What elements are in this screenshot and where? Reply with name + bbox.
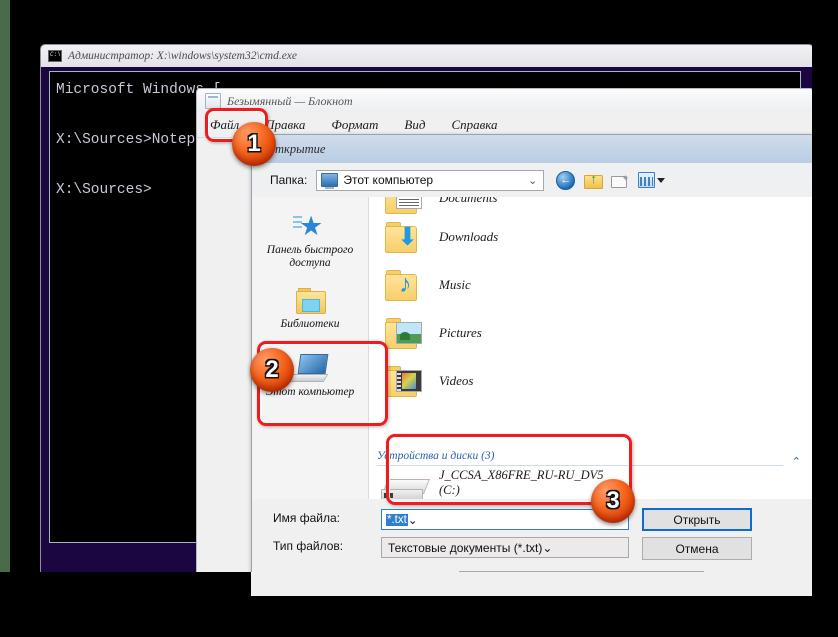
- step-badge-3: 3: [591, 479, 635, 523]
- up-folder-icon[interactable]: ↑: [584, 173, 602, 188]
- group-header-divider: [377, 465, 783, 466]
- folder-videos-icon: [385, 364, 429, 398]
- open-button-label: Открыть: [673, 513, 720, 527]
- hard-drive-icon: [381, 475, 433, 499]
- filetype-select[interactable]: Текстовые документы (*.txt) ⌄: [381, 537, 629, 558]
- desktop-left-edge: [0, 0, 10, 637]
- folder-combobox[interactable]: Этот компьютер ⌄: [316, 170, 544, 191]
- drive-letter: (C:): [439, 483, 615, 497]
- list-item[interactable]: Videos: [369, 357, 813, 405]
- chevron-down-icon[interactable]: ⌄: [408, 513, 418, 527]
- notepad-icon: [205, 93, 221, 109]
- step-badge-2: 2: [250, 348, 294, 392]
- new-folder-icon[interactable]: ✦: [611, 173, 629, 188]
- quick-access-star-icon: ★: [293, 211, 327, 241]
- right-crop-mask: [812, 0, 838, 637]
- open-button[interactable]: Открыть: [642, 508, 752, 531]
- cmd-icon: C:\: [48, 50, 62, 62]
- views-caret-icon: [657, 178, 665, 183]
- step-badge-1: 1: [232, 122, 276, 166]
- dialog-toolbar-icons: ← ↑ ✦: [556, 171, 665, 190]
- menu-item-format[interactable]: Формат: [331, 117, 378, 133]
- dialog-file-list[interactable]: Documents ⬇ Downloads ♪ Music: [369, 197, 813, 499]
- notepad-title-text: Безымянный — Блокнот: [227, 94, 353, 109]
- folder-label: Папка:: [270, 173, 307, 187]
- screenshot-root: C:\ Администратор: X:\windows\system32\c…: [0, 0, 838, 637]
- group-header-devices: Устройства и диски (3): [377, 450, 813, 462]
- menu-item-view[interactable]: Вид: [404, 117, 425, 133]
- notepad-title-bar[interactable]: Безымянный — Блокнот: [197, 89, 813, 113]
- chevron-down-icon: ⌄: [528, 174, 537, 187]
- this-pc-icon: [290, 353, 330, 383]
- filename-label: Имя файла:: [273, 511, 340, 525]
- filename-input[interactable]: *.txt ⌄: [381, 509, 629, 530]
- place-libraries[interactable]: Библиотеки: [258, 277, 363, 341]
- list-item-label: Documents: [439, 197, 498, 206]
- views-icon[interactable]: [638, 172, 665, 188]
- list-item[interactable]: Documents: [369, 197, 813, 213]
- menu-item-help[interactable]: Справка: [451, 117, 497, 133]
- place-quick-access-label: Панель быстрого доступа: [258, 244, 363, 270]
- back-icon[interactable]: ←: [556, 171, 575, 190]
- place-quick-access[interactable]: ★ Панель быстрого доступа: [258, 203, 363, 277]
- open-file-dialog: Открытие Папка: Этот компьютер ⌄ ← ↑ ✦: [251, 134, 814, 580]
- list-item-label: Pictures: [439, 325, 482, 341]
- folder-music-icon: ♪: [385, 268, 429, 302]
- notepad-left-margin: [197, 138, 257, 597]
- dialog-form-area: Имя файла: *.txt ⌄ Тип файлов: Текстовые…: [252, 499, 813, 579]
- cancel-button-label: Отмена: [675, 542, 718, 556]
- dialog-browser-area: ★ Панель быстрого доступа Библиотеки Это…: [252, 197, 813, 499]
- this-pc-small-icon: [321, 173, 338, 187]
- folder-documents-icon: [385, 197, 429, 215]
- place-libraries-label: Библиотеки: [280, 318, 339, 331]
- libraries-icon: [293, 287, 327, 315]
- filetype-select-value: Текстовые документы (*.txt): [388, 541, 542, 555]
- list-item[interactable]: ♪ Music: [369, 261, 813, 309]
- list-item-label: Music: [439, 277, 471, 293]
- dialog-title-bar[interactable]: Открытие: [252, 135, 813, 163]
- chevron-down-icon[interactable]: ⌄: [542, 541, 552, 555]
- folder-downloads-icon: ⬇: [385, 220, 429, 254]
- list-item[interactable]: ⬇ Downloads: [369, 213, 813, 261]
- menu-item-file[interactable]: Файл: [210, 117, 239, 133]
- filename-input-value: *.txt: [386, 514, 408, 526]
- bottom-crop-mask-2: [0, 596, 838, 637]
- list-item[interactable]: Pictures: [369, 309, 813, 357]
- cmd-title-text: Администратор: X:\windows\system32\cmd.e…: [68, 50, 297, 62]
- folder-pictures-icon: [385, 316, 429, 350]
- cmd-title-bar[interactable]: C:\ Администратор: X:\windows\system32\c…: [41, 45, 813, 67]
- cancel-button[interactable]: Отмена: [642, 537, 752, 560]
- dialog-toolbar: Папка: Этот компьютер ⌄ ← ↑ ✦: [252, 163, 813, 198]
- list-item-label: Downloads: [439, 229, 498, 245]
- chevron-up-icon[interactable]: ⌃: [792, 455, 801, 468]
- filetype-label: Тип файлов:: [273, 539, 343, 553]
- drive-name: J_CCSA_X86FRE_RU-RU_DV5: [439, 468, 615, 482]
- list-item-label: Videos: [439, 373, 473, 389]
- folder-combobox-value: Этот компьютер: [343, 173, 433, 187]
